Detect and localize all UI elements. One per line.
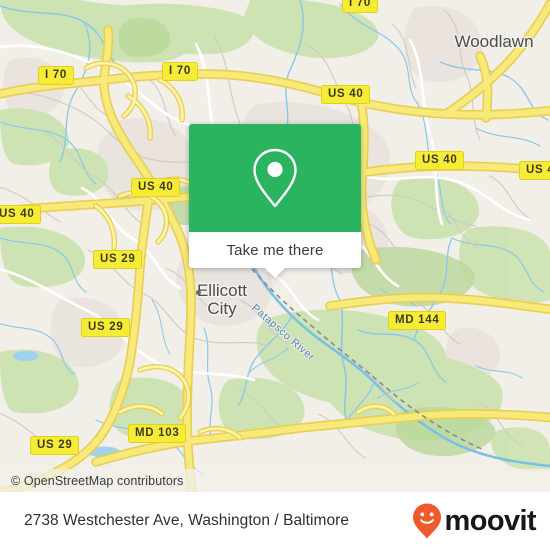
take-me-there-label: Take me there [226,241,324,259]
road-shield-us40-east: US 40 [415,151,465,170]
road-shield-us40-west: US 40 [131,178,181,197]
road-shield-i70-mid: I 70 [162,62,198,81]
map-attribution: © OpenStreetMap contributors [0,469,550,492]
moovit-wordmark: moovit [444,504,537,537]
map-screenshot: I 70 I 70 I 70 US 40 US 40 US 40 US 40 U… [0,0,550,550]
road-shield-us29-mid: US 29 [81,318,131,337]
place-marker-dot-ellicott-city [196,290,201,295]
moovit-brand: moovit [411,502,550,540]
road-shield-md103: MD 103 [128,424,187,443]
callout-header [189,124,361,232]
location-pin-icon [253,148,297,208]
place-label-ellicott: Ellicott [196,281,248,300]
attribution-text: © OpenStreetMap contributors [11,473,184,488]
road-shield-i70-top: I 70 [342,0,378,13]
footer-bar: 2738 Westchester Ave, Washington / Balti… [0,492,550,550]
road-shield-md144: MD 144 [388,311,447,330]
callout-footer[interactable]: Take me there [189,232,361,278]
moovit-smiley-pin-icon [412,503,441,539]
callout-pointer-tail [264,267,286,278]
place-label-city: City [207,299,237,318]
road-shield-i70-left: I 70 [38,66,74,85]
road-shield-us29-lower: US 29 [30,436,80,455]
road-shield-us40-north: US 40 [321,85,371,104]
road-shield-us40-far-east: US 40 [519,161,550,180]
road-shield-us29-upper: US 29 [93,250,143,269]
address-title: 2738 Westchester Ave, Washington / Balti… [24,512,349,529]
road-shield-us40-edge: US 40 [0,205,42,224]
location-callout-card[interactable]: Take me there [189,124,361,278]
place-label-woodlawn: Woodlawn [454,32,534,51]
